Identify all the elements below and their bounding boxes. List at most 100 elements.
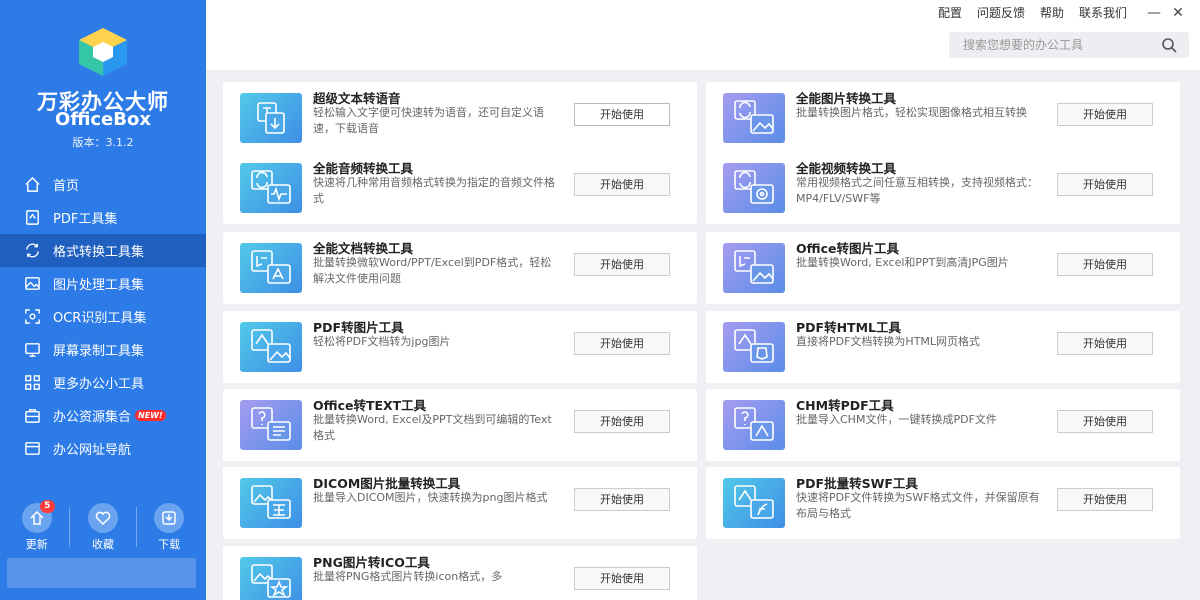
sidebar-item-resources[interactable]: 办公资源集合 NEW! xyxy=(0,399,206,432)
favorites-button[interactable]: 收藏 xyxy=(78,503,128,552)
sidebar-item-home[interactable]: 首页 xyxy=(0,168,206,201)
office-to-text-icon xyxy=(240,400,302,450)
image-icon xyxy=(23,275,41,293)
tool-card: DICOM图片批量转换工具 批量导入DICOM图片，快速转换为png图片格式 开… xyxy=(223,467,697,539)
sidebar-item-label: 更多办公小工具 xyxy=(53,377,145,392)
sidebar-item-label: 屏幕录制工具集 xyxy=(53,344,145,359)
tool-description: 常用视频格式之间任意互相转换，支持视频格式：MP4/FLV/SWF等 xyxy=(796,176,1038,205)
sidebar-item-label: 图片处理工具集 xyxy=(53,278,145,293)
help-link[interactable]: 帮助 xyxy=(1040,4,1064,21)
tool-description: 批量导入CHM文件，一键转换成PDF文件 xyxy=(796,413,997,426)
tool-card: Office转图片工具 批量转换Word, Excel和PPT到高清JPG图片 … xyxy=(706,232,1180,304)
tool-description: 轻松将PDF文档转为jpg图片 xyxy=(313,335,451,348)
ocr-icon xyxy=(23,308,41,326)
document-convert-icon xyxy=(240,243,302,293)
start-button[interactable]: 开始使用 xyxy=(1057,103,1153,126)
pdf-to-swf-icon xyxy=(723,478,785,528)
start-button[interactable]: 开始使用 xyxy=(574,253,670,276)
tool-description: 批量转换图片格式，轻松实现图像格式相互转换 xyxy=(796,106,1027,119)
tool-list: 超级文本转语音 轻松输入文字便可快速转为语音，还可自定义语速，下载语音 开始使用… xyxy=(206,70,1200,600)
tool-description: 批量转换Word, Excel及PPT文档到可编辑的Text格式 xyxy=(313,413,552,442)
download-icon xyxy=(162,511,176,525)
download-label: 下载 xyxy=(158,538,181,551)
sidebar-item-label: 格式转换工具集 xyxy=(53,245,145,260)
settings-link[interactable]: 配置 xyxy=(938,4,962,21)
new-badge: NEW! xyxy=(135,410,166,421)
png-to-ico-icon xyxy=(240,557,302,600)
update-icon xyxy=(30,510,44,525)
top-bar: 配置 问题反馈 帮助 联系我们 — ✕ xyxy=(206,0,1200,70)
sidebar-item-more-tools[interactable]: 更多办公小工具 xyxy=(0,366,206,399)
sidebar-item-pdf-tools[interactable]: PDF工具集 xyxy=(0,201,206,234)
app-version: 版本：3.1.2 xyxy=(72,136,134,149)
top-links: 配置 问题反馈 帮助 联系我们 — ✕ xyxy=(938,4,1190,21)
tool-card: 全能图片转换工具 批量转换图片格式，轻松实现图像格式相互转换 开始使用 xyxy=(706,82,1180,154)
start-button[interactable]: 开始使用 xyxy=(1057,332,1153,355)
start-button[interactable]: 开始使用 xyxy=(574,332,670,355)
window-controls: — ✕ xyxy=(1142,5,1190,21)
start-button[interactable]: 开始使用 xyxy=(1057,173,1153,196)
sidebar-item-label: OCR识别工具集 xyxy=(53,311,147,326)
sidebar-item-image-tools[interactable]: 图片处理工具集 xyxy=(0,267,206,300)
sidebar-bottom-bar xyxy=(7,558,196,588)
contact-link[interactable]: 联系我们 xyxy=(1079,4,1127,21)
tool-card: 全能文档转换工具 批量转换微软Word/PPT/Excel到PDF格式，轻松解决… xyxy=(223,232,697,304)
text-to-speech-icon xyxy=(240,93,302,143)
tool-card: CHM转PDF工具 批量导入CHM文件，一键转换成PDF文件 开始使用 xyxy=(706,389,1180,461)
tool-card: PDF批量转SWF工具 快速将PDF文件转换为SWF格式文件，并保留原有布局与格… xyxy=(706,467,1180,539)
minimize-icon[interactable]: — xyxy=(1142,5,1166,21)
tool-description: 快速将PDF文件转换为SWF格式文件，并保留原有布局与格式 xyxy=(796,491,1040,520)
sidebar-item-web-nav[interactable]: 办公网址导航 xyxy=(0,432,206,465)
update-button[interactable]: 5 更新 xyxy=(12,500,62,552)
start-button[interactable]: 开始使用 xyxy=(574,173,670,196)
tool-description: 批量转换Word, Excel和PPT到高清JPG图片 xyxy=(796,256,1009,269)
tool-card: 全能视频转换工具 常用视频格式之间任意互相转换，支持视频格式：MP4/FLV/S… xyxy=(706,152,1180,224)
feedback-link[interactable]: 问题反馈 xyxy=(977,4,1025,21)
monitor-icon xyxy=(23,341,41,359)
start-button[interactable]: 开始使用 xyxy=(574,410,670,433)
sidebar-item-label: 办公资源集合 xyxy=(53,410,132,425)
favorites-label: 收藏 xyxy=(91,538,114,551)
dicom-convert-icon xyxy=(240,478,302,528)
home-icon xyxy=(23,176,41,194)
tool-description: 轻松输入文字便可快速转为语音，还可自定义语速，下载语音 xyxy=(313,106,544,135)
tool-card: 全能音频转换工具 快速将几种常用音频格式转换为指定的音频文件格式 开始使用 xyxy=(223,152,697,224)
tool-description: 批量导入DICOM图片，快速转换为png图片格式 xyxy=(313,491,548,504)
start-button[interactable]: 开始使用 xyxy=(1057,253,1153,276)
update-count-badge: 5 xyxy=(39,500,55,513)
sidebar-item-label: 办公网址导航 xyxy=(53,443,132,458)
download-button[interactable]: 下载 xyxy=(144,503,194,552)
start-button[interactable]: 开始使用 xyxy=(1057,410,1153,433)
sidebar-item-screen-record[interactable]: 屏幕录制工具集 xyxy=(0,333,206,366)
close-icon[interactable]: ✕ xyxy=(1166,5,1190,21)
office-to-image-icon xyxy=(723,243,785,293)
divider xyxy=(135,507,137,547)
app-subtitle: OfficeBox xyxy=(55,109,151,130)
pdf-to-image-icon xyxy=(240,322,302,372)
start-button[interactable]: 开始使用 xyxy=(574,103,670,126)
sidebar-item-format-convert[interactable]: 格式转换工具集 xyxy=(0,234,206,267)
search-input[interactable] xyxy=(949,38,1154,52)
search-icon[interactable] xyxy=(1160,36,1178,54)
tool-description: 直接将PDF文档转换为HTML网页格式 xyxy=(796,335,981,348)
sidebar-item-ocr-tools[interactable]: OCR识别工具集 xyxy=(0,300,206,333)
chm-to-pdf-icon xyxy=(723,400,785,450)
officebox-logo xyxy=(79,28,127,76)
grid-icon xyxy=(23,374,41,392)
tool-description: 快速将几种常用音频格式转换为指定的音频文件格式 xyxy=(313,176,555,205)
tool-card: PDF转图片工具 轻松将PDF文档转为jpg图片 开始使用 xyxy=(223,311,697,383)
tool-description: 批量将PNG格式图片转换icon格式，多 xyxy=(313,570,503,583)
tool-card: Office转TEXT工具 批量转换Word, Excel及PPT文档到可编辑的… xyxy=(223,389,697,461)
tool-card: PNG图片转ICO工具 批量将PNG格式图片转换icon格式，多 开始使用 xyxy=(223,546,697,600)
browser-icon xyxy=(23,440,41,458)
start-button[interactable]: 开始使用 xyxy=(574,567,670,590)
sidebar: 万彩办公大师 OfficeBox 版本：3.1.2 首页 PDF工具集 格式转换… xyxy=(0,0,206,600)
pdf-icon xyxy=(23,209,41,227)
tool-description: 批量转换微软Word/PPT/Excel到PDF格式，轻松解决文件使用问题 xyxy=(313,256,552,285)
audio-convert-icon xyxy=(240,163,302,213)
update-label: 更新 xyxy=(25,538,48,551)
sidebar-nav: 首页 PDF工具集 格式转换工具集 图片处理工具集 OCR识别工具集 屏幕录制工… xyxy=(0,168,206,465)
heart-icon xyxy=(95,511,111,526)
start-button[interactable]: 开始使用 xyxy=(1057,488,1153,511)
start-button[interactable]: 开始使用 xyxy=(574,488,670,511)
